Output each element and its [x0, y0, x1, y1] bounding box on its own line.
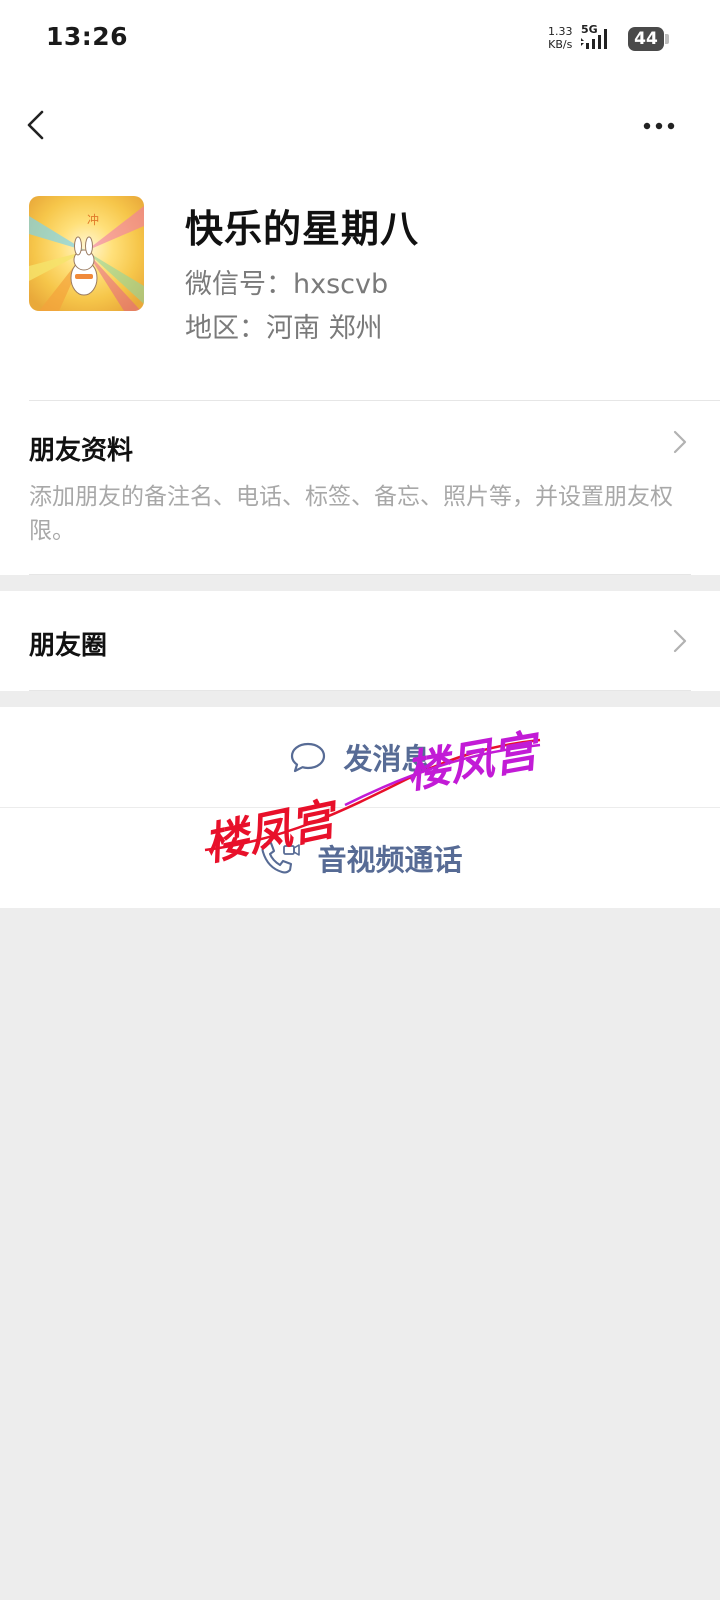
network-speed-value: 1.33 — [548, 25, 573, 38]
more-button[interactable] — [640, 108, 690, 144]
send-message-button[interactable]: 发消息 — [0, 707, 720, 807]
avatar[interactable]: 冲 — [29, 196, 144, 311]
more-horizontal-icon — [643, 122, 675, 130]
friend-info-description: 添加朋友的备注名、电话、标签、备忘、照片等，并设置朋友权限。 — [29, 484, 673, 544]
chat-bubble-icon — [291, 742, 326, 773]
phone-video-icon — [262, 841, 301, 874]
network-speed-unit: KB/s — [548, 38, 573, 51]
chevron-left-icon — [27, 110, 44, 140]
moments-row[interactable]: 朋友圈 — [0, 591, 720, 691]
network-speed: 1.33 KB/s — [548, 25, 573, 51]
friend-info-title: 朋友资料 — [29, 436, 134, 466]
video-call-label: 音视频通话 — [317, 843, 463, 877]
divider — [29, 400, 720, 401]
region: 地区：河南 郑州 — [185, 313, 383, 344]
video-call-button[interactable]: 音视频通话 — [0, 808, 720, 908]
svg-text:冲: 冲 — [87, 212, 99, 227]
send-message-label: 发消息 — [343, 742, 431, 776]
signal-icon: 5G — [581, 24, 607, 49]
battery-icon: 44 — [628, 27, 669, 51]
status-time: 13:26 — [46, 22, 129, 51]
back-button[interactable] — [18, 102, 62, 148]
battery-level: 44 — [634, 29, 658, 49]
avatar-image: 冲 — [29, 196, 144, 311]
profile-header: 冲 快乐的星期八 微信号：hxscvb 地区：河南 郑州 — [0, 170, 720, 400]
network-type: 5G — [581, 24, 598, 36]
status-bar: 13:26 1.33 KB/s 5G 44 — [0, 0, 720, 80]
friend-info-row[interactable]: 朋友资料 添加朋友的备注名、电话、标签、备忘、照片等，并设置朋友权限。 — [0, 400, 720, 575]
chevron-right-icon — [673, 430, 687, 454]
nav-bar — [0, 80, 720, 170]
divider — [29, 690, 691, 691]
chevron-right-icon — [673, 629, 687, 653]
divider — [29, 574, 691, 575]
wechat-id: 微信号：hxscvb — [185, 269, 389, 300]
moments-title: 朋友圈 — [29, 631, 108, 661]
nickname: 快乐的星期八 — [185, 207, 420, 251]
